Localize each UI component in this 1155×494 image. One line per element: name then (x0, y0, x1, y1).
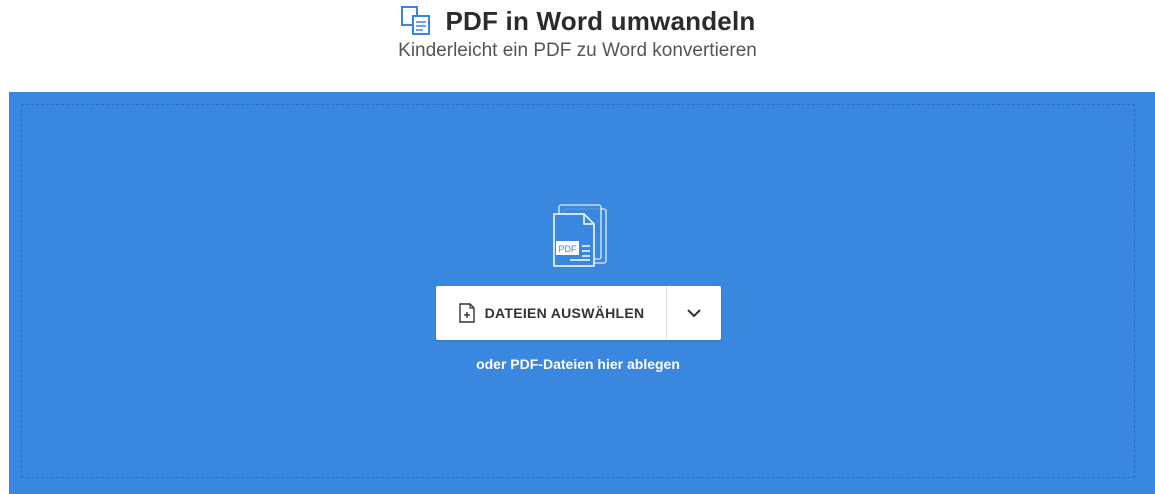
page-title: PDF in Word umwandeln (445, 5, 756, 36)
pdf-files-icon: PDF (553, 204, 607, 267)
file-add-icon (458, 303, 475, 323)
title-row: PDF in Word umwandeln (0, 4, 1155, 38)
choose-files-label: DATEIEN AUSWÄHLEN (484, 305, 645, 321)
choose-files-button[interactable]: DATEIEN AUSWÄHLEN (436, 286, 666, 340)
upload-options-dropdown[interactable] (667, 286, 721, 340)
pdf-badge-label: PDF (559, 244, 578, 254)
page-header: PDF in Word umwandeln Kinderleicht ein P… (0, 0, 1155, 92)
choose-files-group: DATEIEN AUSWÄHLEN (436, 286, 721, 340)
upload-area[interactable]: PDF DATEIEN AUSWÄHLEN oder PDF-Dateien h… (9, 92, 1155, 494)
drop-hint: oder PDF-Dateien hier ablegen (476, 356, 680, 372)
page-subtitle: Kinderleicht ein PDF zu Word konvertiere… (398, 40, 757, 61)
chevron-down-icon (687, 309, 701, 318)
pdf-to-word-icon (400, 6, 430, 35)
